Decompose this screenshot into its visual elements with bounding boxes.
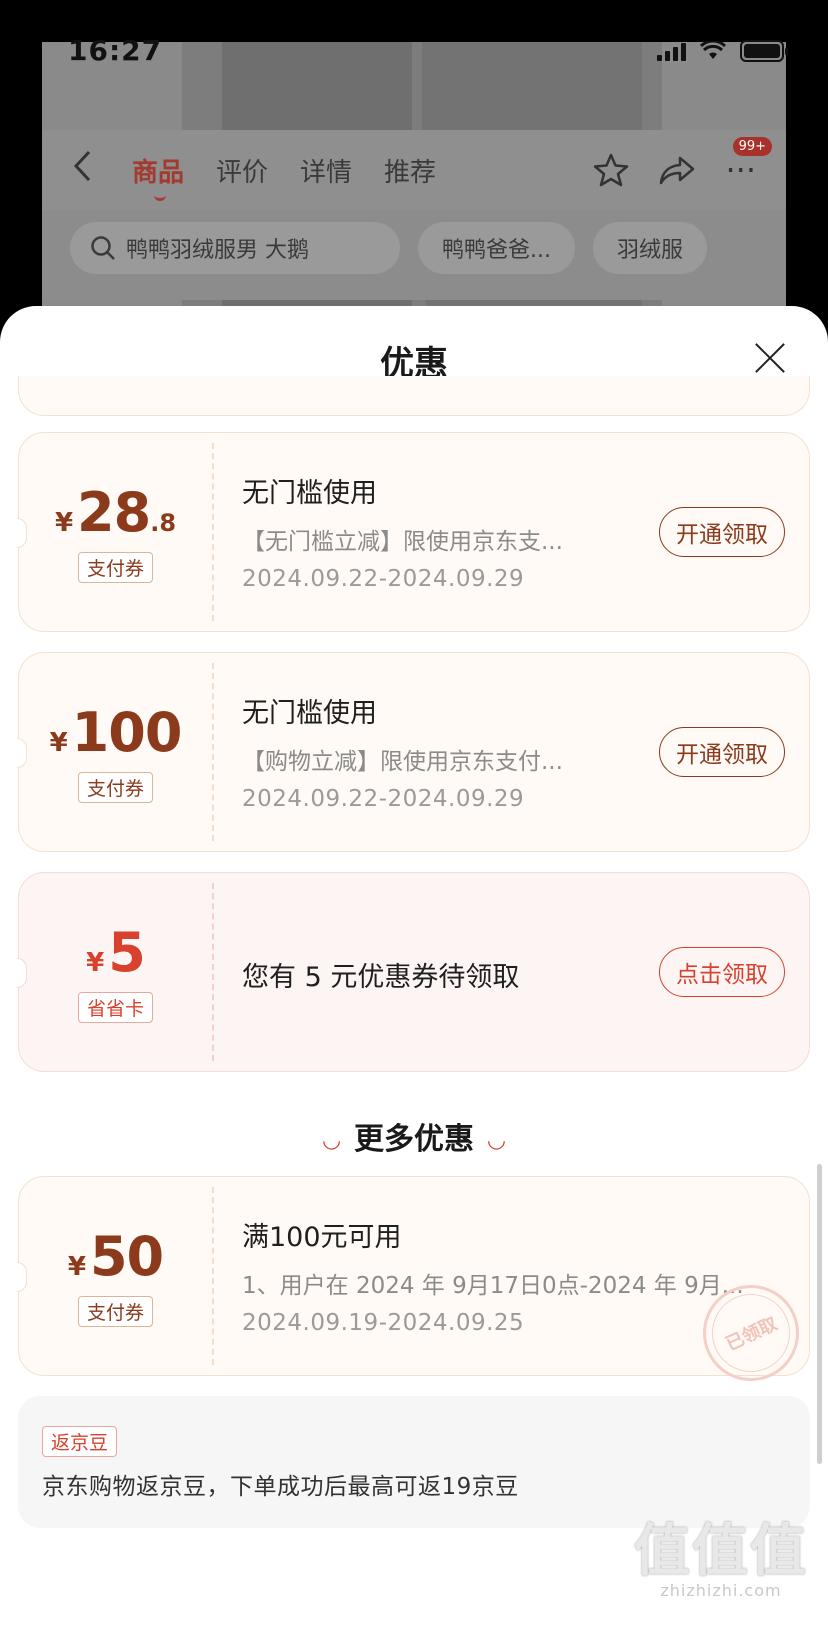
smile-deco-icon: ◡ xyxy=(323,1128,340,1153)
tab-recommend[interactable]: 推荐 xyxy=(384,152,436,189)
search-query: 鸭鸭羽绒服男 大鹅 xyxy=(126,238,309,263)
coupon-desc: 【购物立减】限使用京东支付... xyxy=(242,749,563,775)
search-chip[interactable]: 羽绒服 xyxy=(592,222,707,274)
coupon-pending-text: 您有 5 元优惠券待领取 xyxy=(242,962,520,993)
more-button[interactable]: ··· 99+ xyxy=(725,137,772,189)
scrollbar[interactable] xyxy=(817,1164,822,1464)
more-discounts-header: ◡ 更多优惠 ◡ xyxy=(323,1122,505,1157)
smile-deco-icon: ◡ xyxy=(488,1128,505,1153)
wifi-icon xyxy=(700,41,726,59)
status-icons xyxy=(657,40,788,62)
claim-button[interactable]: 开通领取 xyxy=(659,507,785,557)
coupon-card: ¥ 50 支付券 满100元可用 1、用户在 2024 年 9月17日0点-20… xyxy=(17,1176,815,1397)
coupon-amount: ¥ 28 .8 xyxy=(54,481,177,544)
bean-text: 京东购物返京豆，下单成功后最高可返19京豆 xyxy=(42,1474,519,1500)
signal-icon xyxy=(657,41,686,61)
coupon-amount-area: ¥ 28 .8 支付券 xyxy=(19,443,214,621)
search-chip[interactable]: 鸭鸭爸爸... xyxy=(418,222,575,274)
coupon-date: 2024.09.22-2024.09.29 xyxy=(242,786,525,812)
close-button[interactable] xyxy=(752,340,788,376)
tab-product[interactable]: 商品 xyxy=(132,152,184,201)
coupon-amount: ¥ 5 xyxy=(86,921,146,984)
nav-actions: ··· 99+ xyxy=(593,137,772,189)
claim-button[interactable]: 开通领取 xyxy=(659,727,785,777)
notification-badge: 99+ xyxy=(732,137,772,156)
search-icon xyxy=(91,236,115,260)
search-input[interactable]: 鸭鸭羽绒服男 大鹅 xyxy=(70,222,400,274)
coupon-card: ¥ 28 .8 支付券 无门槛使用 【无门槛立减】限使用京东支... 2024.… xyxy=(17,432,810,632)
coupon-title: 无门槛使用 xyxy=(242,698,377,729)
coupon-amount-area: ¥ 100 支付券 xyxy=(19,663,214,841)
back-button[interactable] xyxy=(42,147,92,193)
status-time: 16:27 xyxy=(68,34,163,67)
coupon-date: 2024.09.22-2024.09.29 xyxy=(242,566,525,592)
tab-details[interactable]: 详情 xyxy=(300,152,352,189)
battery-icon xyxy=(740,40,788,62)
coupon-type-tag: 省省卡 xyxy=(77,992,153,1023)
coupon-amount-area: ¥ 5 省省卡 xyxy=(19,883,214,1061)
coupon-desc: 【无门槛立减】限使用京东支... xyxy=(242,529,563,555)
bean-tag: 返京豆 xyxy=(42,1426,118,1457)
search-row: 鸭鸭羽绒服男 大鹅 鸭鸭爸爸... 羽绒服 xyxy=(70,222,707,274)
product-nav: 商品 评价 详情 推荐 ··· 99+ xyxy=(42,137,786,201)
coupon-card: ¥ 100 支付券 无门槛使用 【购物立减】限使用京东支付... 2024.09… xyxy=(17,652,810,852)
claim-button[interactable]: 点击领取 xyxy=(659,947,785,997)
nav-tabs: 商品 评价 详情 推荐 xyxy=(132,152,436,201)
coupon-type-tag: 支付券 xyxy=(77,772,153,803)
coupon-desc: 1、用户在 2024 年 9月17日0点-2024 年 9月... xyxy=(242,1273,744,1299)
coupon-type-tag: 支付券 xyxy=(77,1296,153,1327)
coupon-card: ¥ 5 省省卡 您有 5 元优惠券待领取 点击领取 xyxy=(17,872,810,1072)
discount-sheet: 优惠 ¥ 28 .8 支付券 无门槛使用 【无门槛立减】限使用京东支... 20… xyxy=(0,306,828,1630)
coupon-amount: ¥ 50 xyxy=(67,1225,164,1288)
chevron-left-icon xyxy=(73,150,91,182)
coupon-amount: ¥ 100 xyxy=(49,701,183,764)
star-icon[interactable] xyxy=(593,153,629,187)
coupon-title: 无门槛使用 xyxy=(242,478,377,509)
tab-reviews[interactable]: 评价 xyxy=(216,152,268,189)
coupon-title: 满100元可用 xyxy=(242,1222,402,1253)
share-icon[interactable] xyxy=(659,155,695,185)
more-icon: ··· xyxy=(725,151,756,189)
coupon-amount-area: ¥ 50 支付券 xyxy=(19,1187,214,1365)
partial-coupon-card xyxy=(18,376,810,416)
watermark: 值值值 zhizhizhi.com xyxy=(634,1506,808,1600)
watermark-logo: 值值值 xyxy=(634,1519,808,1584)
coupon-type-tag: 支付券 xyxy=(77,552,153,583)
